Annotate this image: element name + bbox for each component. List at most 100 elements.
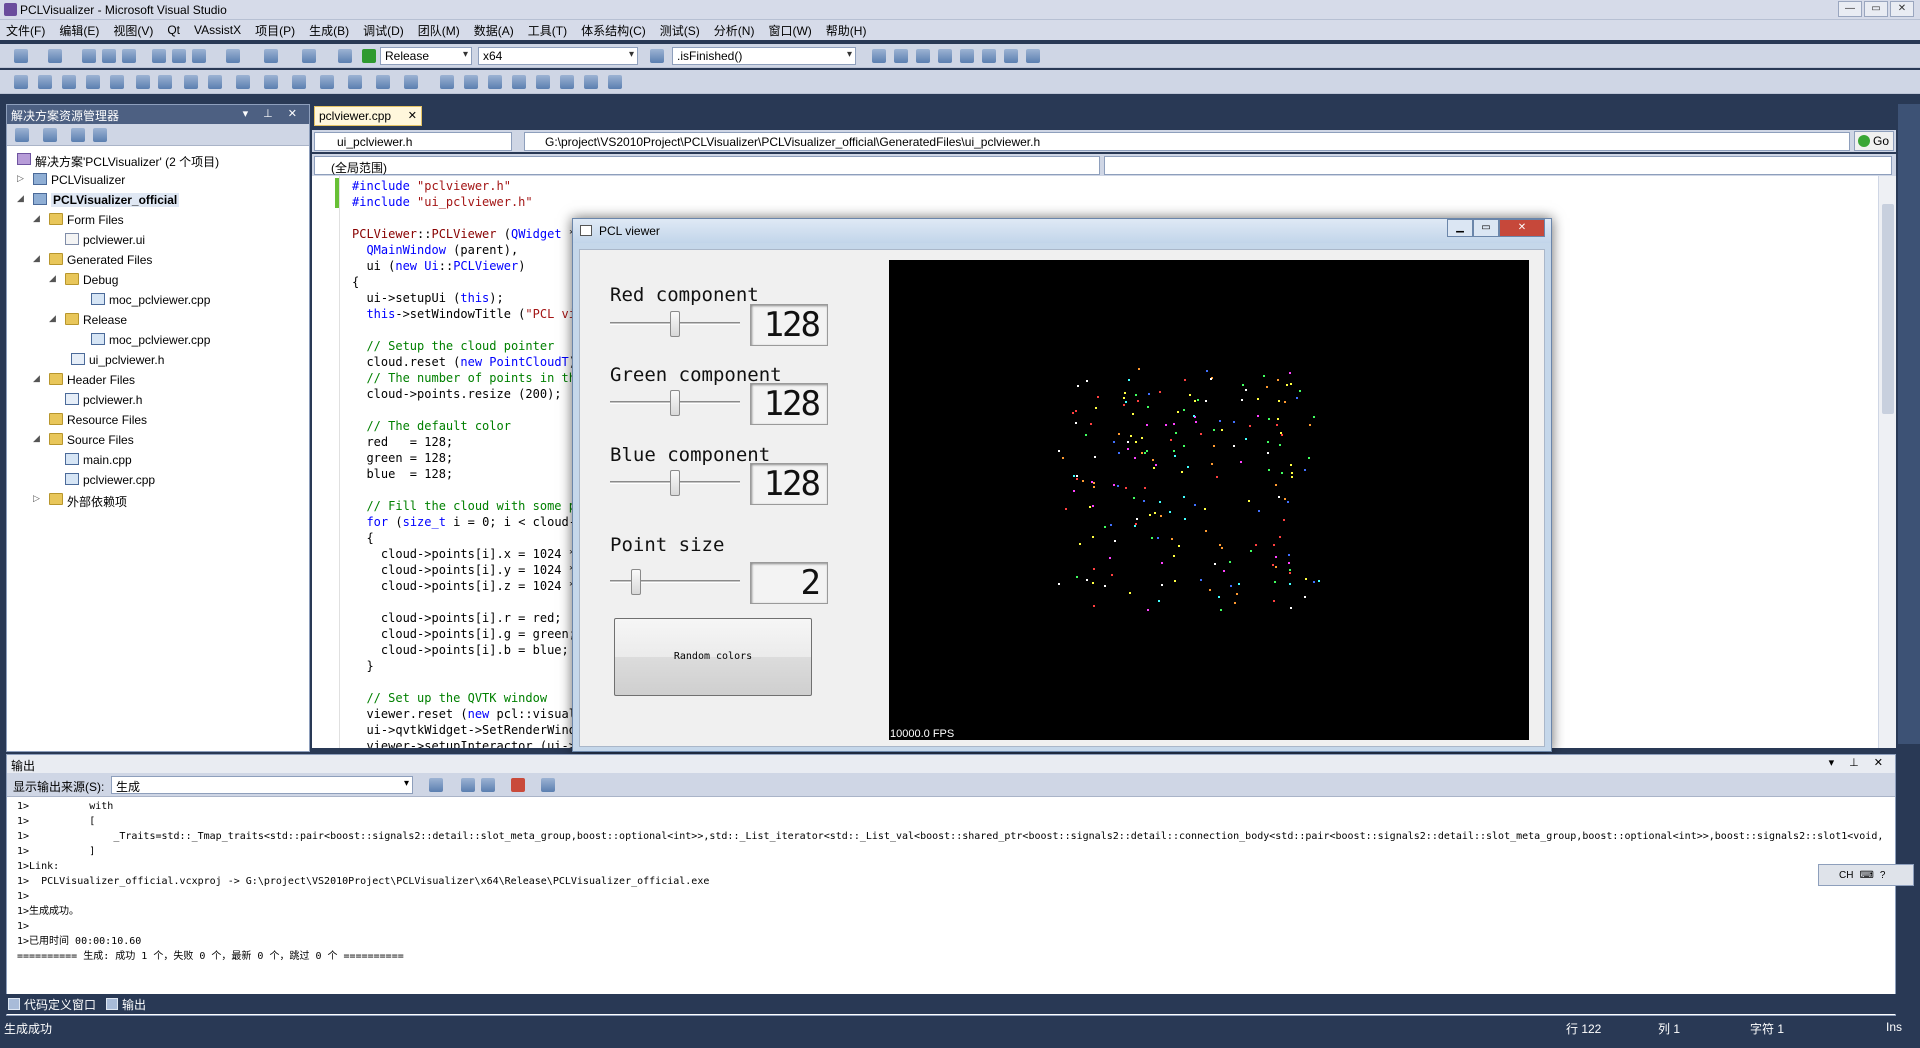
tree-item-solution[interactable]: 解决方案'PCLVisualizer' (2 个项目) (11, 150, 309, 170)
keyboard-icon[interactable]: ⌨ (1859, 870, 1873, 881)
tree-item-generated-files[interactable]: ◢ Generated Files (11, 250, 309, 270)
green-slider-handle[interactable] (670, 390, 680, 416)
next-bookmark-icon[interactable] (236, 75, 250, 89)
menu-data[interactable]: 数据(A) (474, 22, 514, 39)
menu-test[interactable]: 测试(S) (660, 22, 700, 39)
menu-edit[interactable]: 编辑(E) (59, 22, 99, 39)
editor-vertical-scrollbar[interactable] (1878, 176, 1896, 748)
find-combo[interactable]: .isFinished() (672, 47, 856, 65)
menu-file[interactable]: 文件(F) (6, 22, 45, 39)
qvtk-render-viewport[interactable]: 10000.0 FPS (889, 260, 1529, 740)
tree-item-moc-debug[interactable]: moc_pclviewer.cpp (11, 290, 309, 310)
prev-bookmark-icon[interactable] (208, 75, 222, 89)
next-message-icon[interactable] (481, 778, 495, 792)
file-dropdown[interactable]: ui_pclviewer.h (314, 132, 512, 151)
expand-arrow-icon[interactable]: ▷ (17, 173, 24, 184)
solution-platform-select[interactable]: x64 (478, 47, 638, 65)
extension-manager-icon[interactable] (960, 49, 974, 63)
tree-item-release[interactable]: ◢ Release (11, 310, 309, 330)
menu-debug[interactable]: 调试(D) (363, 22, 404, 39)
pcl-minimize-button[interactable]: ▁ (1447, 219, 1473, 237)
panel-pin-close-icon[interactable]: ▾ ⊥ ✕ (243, 107, 303, 120)
menu-view[interactable]: 视图(V) (113, 22, 153, 39)
solution-explorer-icon[interactable] (872, 49, 886, 63)
tree-item-source-files[interactable]: ◢ Source Files (11, 430, 309, 450)
va-history-icon[interactable] (584, 75, 598, 89)
increase-indent-icon[interactable] (158, 75, 172, 89)
blue-slider-handle[interactable] (670, 470, 680, 496)
parameter-info-icon[interactable] (86, 75, 100, 89)
menu-qt[interactable]: Qt (167, 23, 180, 37)
start-debugging-icon[interactable] (362, 49, 376, 63)
point-size-slider-track[interactable] (610, 580, 740, 583)
undo-icon[interactable] (226, 49, 240, 63)
tree-item-pclviewer-cpp[interactable]: pclviewer.cpp (11, 470, 309, 490)
find-message-icon[interactable] (429, 778, 443, 792)
navigate-forward-icon[interactable] (338, 49, 352, 63)
clear-bookmarks-icon[interactable] (264, 75, 278, 89)
decrease-indent-icon[interactable] (136, 75, 150, 89)
collapse-arrow-icon[interactable]: ◢ (33, 213, 40, 224)
uncomment-icon[interactable] (38, 75, 52, 89)
collapse-arrow-icon[interactable]: ◢ (33, 253, 40, 264)
start-page-icon[interactable] (982, 49, 996, 63)
point-size-slider-handle[interactable] (631, 569, 641, 595)
panel-pin-close-icon[interactable]: ▾ ⊥ ✕ (1829, 756, 1889, 769)
va-highlight-icon[interactable] (608, 75, 622, 89)
menu-help[interactable]: 帮助(H) (826, 22, 867, 39)
toggle-bookmark-icon[interactable] (184, 75, 198, 89)
tree-item-pclvisualizer-official[interactable]: ◢ PCLVisualizer_official (11, 190, 309, 210)
code-text[interactable]: #include "pclviewer.h" #include "ui_pclv… (352, 178, 576, 748)
qt-designer-icon[interactable] (292, 75, 306, 89)
save-icon[interactable] (102, 49, 116, 63)
add-item-icon[interactable] (48, 49, 62, 63)
view-class-diagram-icon[interactable] (93, 128, 107, 142)
tree-item-external-deps[interactable]: ▷ 外部依赖项 (11, 490, 309, 510)
toolbox-icon[interactable] (938, 49, 952, 63)
go-button[interactable]: Go (1854, 131, 1894, 151)
redo-icon[interactable] (264, 49, 278, 63)
member-list-icon[interactable] (62, 75, 76, 89)
tree-item-ui-pclviewer-h[interactable]: ui_pclviewer.h (11, 350, 309, 370)
tree-item-moc-release[interactable]: moc_pclviewer.cpp (11, 330, 309, 350)
va-goto-icon[interactable] (464, 75, 478, 89)
command-window-icon[interactable] (1004, 49, 1018, 63)
qt-linguist-icon[interactable] (320, 75, 334, 89)
member-dropdown[interactable] (1104, 156, 1892, 175)
collapse-arrow-icon[interactable]: ◢ (49, 313, 56, 324)
output-log[interactable]: 1> with 1> [1> _Traits=std::_Tmap_traits<… (17, 799, 1883, 964)
close-button[interactable]: ✕ (1890, 1, 1914, 17)
tab-output[interactable]: 输出 (106, 996, 146, 1013)
prev-message-icon[interactable] (461, 778, 475, 792)
copy-icon[interactable] (172, 49, 186, 63)
pcl-maximize-button[interactable]: ▭ (1473, 219, 1499, 237)
object-browser-icon[interactable] (916, 49, 930, 63)
find-in-files-icon[interactable] (650, 49, 664, 63)
menu-project[interactable]: 项目(P) (255, 22, 295, 39)
save-all-icon[interactable] (122, 49, 136, 63)
scrollbar-thumb[interactable] (1882, 204, 1894, 414)
new-project-icon[interactable] (14, 49, 28, 63)
cut-icon[interactable] (152, 49, 166, 63)
solution-config-select[interactable]: Release (380, 47, 472, 65)
collapse-arrow-icon[interactable]: ◢ (49, 273, 56, 284)
pcl-close-button[interactable]: ✕ (1499, 219, 1545, 237)
va-refactor-icon[interactable] (488, 75, 502, 89)
properties-icon[interactable] (894, 49, 908, 63)
qt-project-settings-icon[interactable] (376, 75, 390, 89)
show-all-files-icon[interactable] (43, 128, 57, 142)
collapse-arrow-icon[interactable]: ◢ (17, 193, 24, 204)
va-options-icon[interactable] (560, 75, 574, 89)
pcl-viewer-titlebar[interactable]: PCL viewer ▁ ▭ ✕ (573, 219, 1551, 243)
menu-vassistx[interactable]: VAssistX (194, 23, 241, 37)
scope-dropdown[interactable]: (全局范围) (314, 156, 1100, 175)
expand-arrow-icon[interactable]: ▷ (33, 493, 40, 504)
tree-item-form-files[interactable]: ◢ Form Files (11, 210, 309, 230)
help-icon[interactable]: ? (1880, 870, 1886, 881)
menu-build[interactable]: 生成(B) (309, 22, 349, 39)
tree-item-debug[interactable]: ◢ Debug (11, 270, 309, 290)
tree-item-pclvisualizer[interactable]: ▷ PCLVisualizer (11, 170, 309, 190)
va-spell-check-icon[interactable] (536, 75, 550, 89)
collapse-arrow-icon[interactable]: ◢ (33, 373, 40, 384)
clear-all-icon[interactable] (511, 778, 525, 792)
